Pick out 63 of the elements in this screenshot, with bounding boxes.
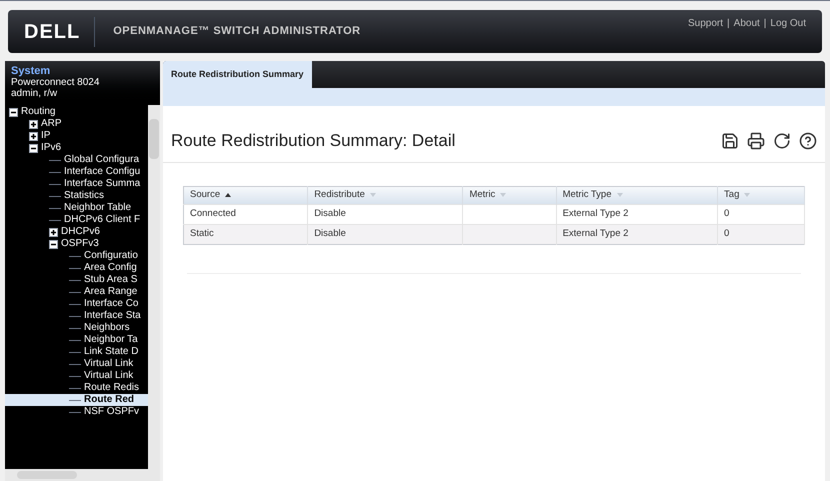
column-header[interactable]: Metric [462, 186, 556, 204]
sidebar-title[interactable]: System [11, 65, 154, 77]
table-cell: Connected [184, 204, 308, 224]
header-link[interactable]: Log Out [770, 16, 806, 31]
print-icon[interactable] [747, 132, 765, 150]
tab[interactable]: Route Redistribution Summary [163, 61, 312, 88]
tree-item[interactable]: Statistics [5, 190, 148, 202]
table-cell: External Type 2 [556, 204, 718, 224]
tree-item[interactable]: IP [5, 130, 148, 142]
tree-item[interactable]: Interface Co [5, 298, 148, 310]
tree-item[interactable]: DHCPv6 [5, 226, 148, 238]
tree-item[interactable]: Stub Area S [5, 274, 148, 286]
table-cell: 0 [718, 224, 804, 244]
tree-item[interactable]: Neighbor Table [5, 202, 148, 214]
tree-item[interactable]: NSF OSPFv [5, 406, 148, 418]
device-name: Powerconnect 8024 [11, 77, 100, 88]
vertical-scrollbar[interactable] [148, 105, 160, 469]
tree-item[interactable]: OSPFv3 [5, 238, 148, 250]
tree-item[interactable]: Global Configura [5, 154, 148, 166]
horizontal-scrollbar[interactable] [5, 469, 160, 481]
tree-item[interactable]: Interface Configu [5, 166, 148, 178]
user-role: admin, r/w [11, 88, 58, 99]
table-cell: Disable [308, 224, 463, 244]
tree-item[interactable]: Configuratio [5, 250, 148, 262]
dell-logo: DELL [24, 16, 96, 46]
tree-item[interactable]: Virtual Link [5, 358, 148, 370]
tree-item[interactable]: Route Red [5, 394, 148, 406]
tree-item[interactable]: Routing [5, 106, 148, 118]
refresh-icon[interactable] [773, 132, 791, 150]
link-separator: | [764, 17, 766, 31]
header-link[interactable]: About [734, 16, 760, 31]
tree-item[interactable]: Interface Sta [5, 310, 148, 322]
tree-item[interactable]: Link State D [5, 346, 148, 358]
tree-item[interactable]: DHCPv6 Client F [5, 214, 148, 226]
tree-item[interactable]: Interface Summa [5, 178, 148, 190]
column-header[interactable]: Redistribute [308, 186, 463, 204]
table-cell: External Type 2 [556, 224, 718, 244]
expand-icon[interactable] [29, 120, 38, 128]
link-separator: | [727, 17, 730, 31]
collapse-icon[interactable] [29, 144, 38, 152]
table-cell: 0 [718, 204, 804, 224]
tree-item[interactable]: Route Redis [5, 382, 148, 394]
header-link[interactable]: Support [688, 16, 724, 31]
expand-icon[interactable] [49, 228, 58, 236]
page-title: Route Redistribution Summary: Detail [171, 130, 456, 152]
tree-item[interactable]: Area Config [5, 262, 148, 274]
column-header[interactable]: Metric Type [556, 186, 718, 204]
tree-item[interactable]: IPv6 [5, 142, 148, 154]
app-title: OPENMANAGE™ SWITCH ADMINISTRATOR [113, 24, 361, 40]
tree-item[interactable]: Neighbor Ta [5, 334, 148, 346]
tree-item[interactable]: Virtual Link [5, 370, 148, 382]
save-icon[interactable] [721, 132, 739, 150]
collapse-icon[interactable] [9, 108, 18, 116]
tree-item[interactable]: Neighbors [5, 322, 148, 334]
expand-icon[interactable] [29, 132, 38, 140]
column-header[interactable]: Source [184, 186, 308, 204]
collapse-icon[interactable] [49, 240, 58, 248]
table-cell: Static [184, 224, 308, 244]
table-cell: Disable [308, 204, 463, 224]
column-header[interactable]: Tag [718, 186, 804, 204]
tree-item[interactable]: Area Range [5, 286, 148, 298]
tree-item[interactable]: ARP [5, 118, 148, 130]
help-icon[interactable] [799, 132, 817, 150]
